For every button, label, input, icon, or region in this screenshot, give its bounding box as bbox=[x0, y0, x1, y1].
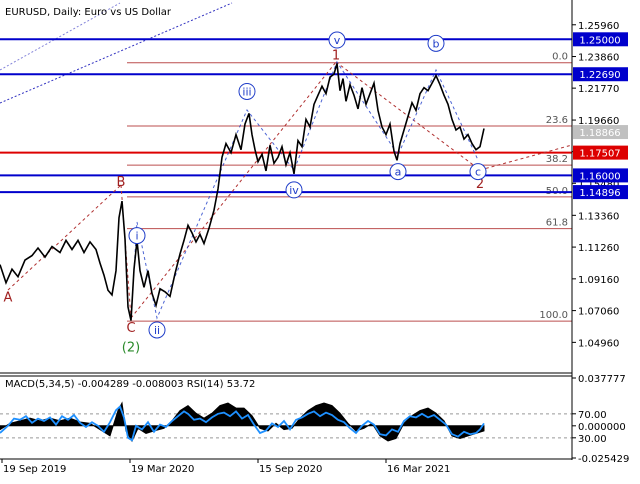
wave-label-B: B bbox=[117, 175, 126, 190]
wave-label-a: a bbox=[395, 166, 402, 179]
price-axis-label: 1.25960 bbox=[578, 21, 619, 32]
price-axis-label: 1.23860 bbox=[578, 53, 619, 64]
time-axis-label: 19 Mar 2020 bbox=[131, 464, 194, 475]
wave-label-b: b bbox=[433, 37, 440, 50]
macd-histogram bbox=[0, 401, 485, 443]
main-price-panel: 0.023.638.250.061.8100.012vbiiiivaciiiBA… bbox=[0, 2, 573, 356]
level-badge: 1.22690 bbox=[579, 70, 620, 81]
chart-stage: 0.023.638.250.061.8100.012vbiiiivaciiiBA… bbox=[0, 0, 640, 480]
eurusd-chart: 0.023.638.250.061.8100.012vbiiiivaciiiBA… bbox=[0, 0, 640, 480]
price-axis-label: 1.13360 bbox=[578, 211, 619, 222]
subwave-connector-line bbox=[130, 60, 479, 320]
wave-label-i: i bbox=[135, 230, 138, 243]
trend-channel-line bbox=[0, 2, 233, 104]
wave-label-c: c bbox=[475, 166, 481, 179]
fib-level-label: 100.0 bbox=[539, 310, 568, 321]
level-badge: 1.17507 bbox=[579, 149, 620, 160]
wave-label-A: A bbox=[4, 290, 13, 305]
time-axis-label: 19 Sep 2019 bbox=[3, 464, 66, 475]
wave-label-v: v bbox=[334, 34, 341, 47]
level-badge: 1.16000 bbox=[579, 171, 620, 182]
indicator-axis-label: 0.037777 bbox=[578, 374, 626, 385]
price-axis-label: 1.04960 bbox=[578, 338, 619, 349]
indicator-axis-label: 30.00 bbox=[578, 434, 607, 445]
fib-level-label: 38.2 bbox=[546, 154, 568, 165]
indicator-panel bbox=[0, 401, 572, 443]
chart-title: EURUSD, Daily: Euro vs US Dollar bbox=[5, 7, 172, 18]
indicator-axis-label: 0.000000 bbox=[578, 422, 626, 433]
price-axis-label: 1.07060 bbox=[578, 307, 619, 318]
fib-level-label: 61.8 bbox=[546, 218, 568, 229]
price-axis-label: 1.11260 bbox=[578, 243, 619, 254]
price-axis-label: 1.21770 bbox=[578, 84, 619, 95]
indicator-title: MACD(5,34,5) -0.004289 -0.008003 RSI(14)… bbox=[5, 379, 255, 390]
level-badge: 1.25000 bbox=[579, 35, 620, 46]
wave-label-iv: iv bbox=[289, 184, 299, 197]
price-axis-label: 1.09160 bbox=[578, 275, 619, 286]
indicator-axis-label: 70.00 bbox=[578, 410, 607, 421]
wave-label-1: 1 bbox=[332, 49, 340, 64]
wave-label-green: (2) bbox=[122, 341, 140, 356]
indicator-axis-label: -0.025429 bbox=[578, 454, 629, 465]
level-badge: 1.14896 bbox=[579, 188, 620, 199]
time-axis-label: 16 Mar 2021 bbox=[387, 464, 450, 475]
wave-label-ii: ii bbox=[154, 324, 160, 337]
fib-level-label: 23.6 bbox=[546, 115, 568, 126]
wave-connector-line bbox=[130, 61, 337, 319]
wave-label-C: C bbox=[126, 321, 135, 336]
fib-level-label: 0.0 bbox=[552, 52, 568, 63]
wave-label-iii: iii bbox=[242, 85, 251, 98]
current-price-badge: 1.18866 bbox=[579, 128, 620, 139]
time-axis-label: 15 Sep 2020 bbox=[259, 464, 322, 475]
